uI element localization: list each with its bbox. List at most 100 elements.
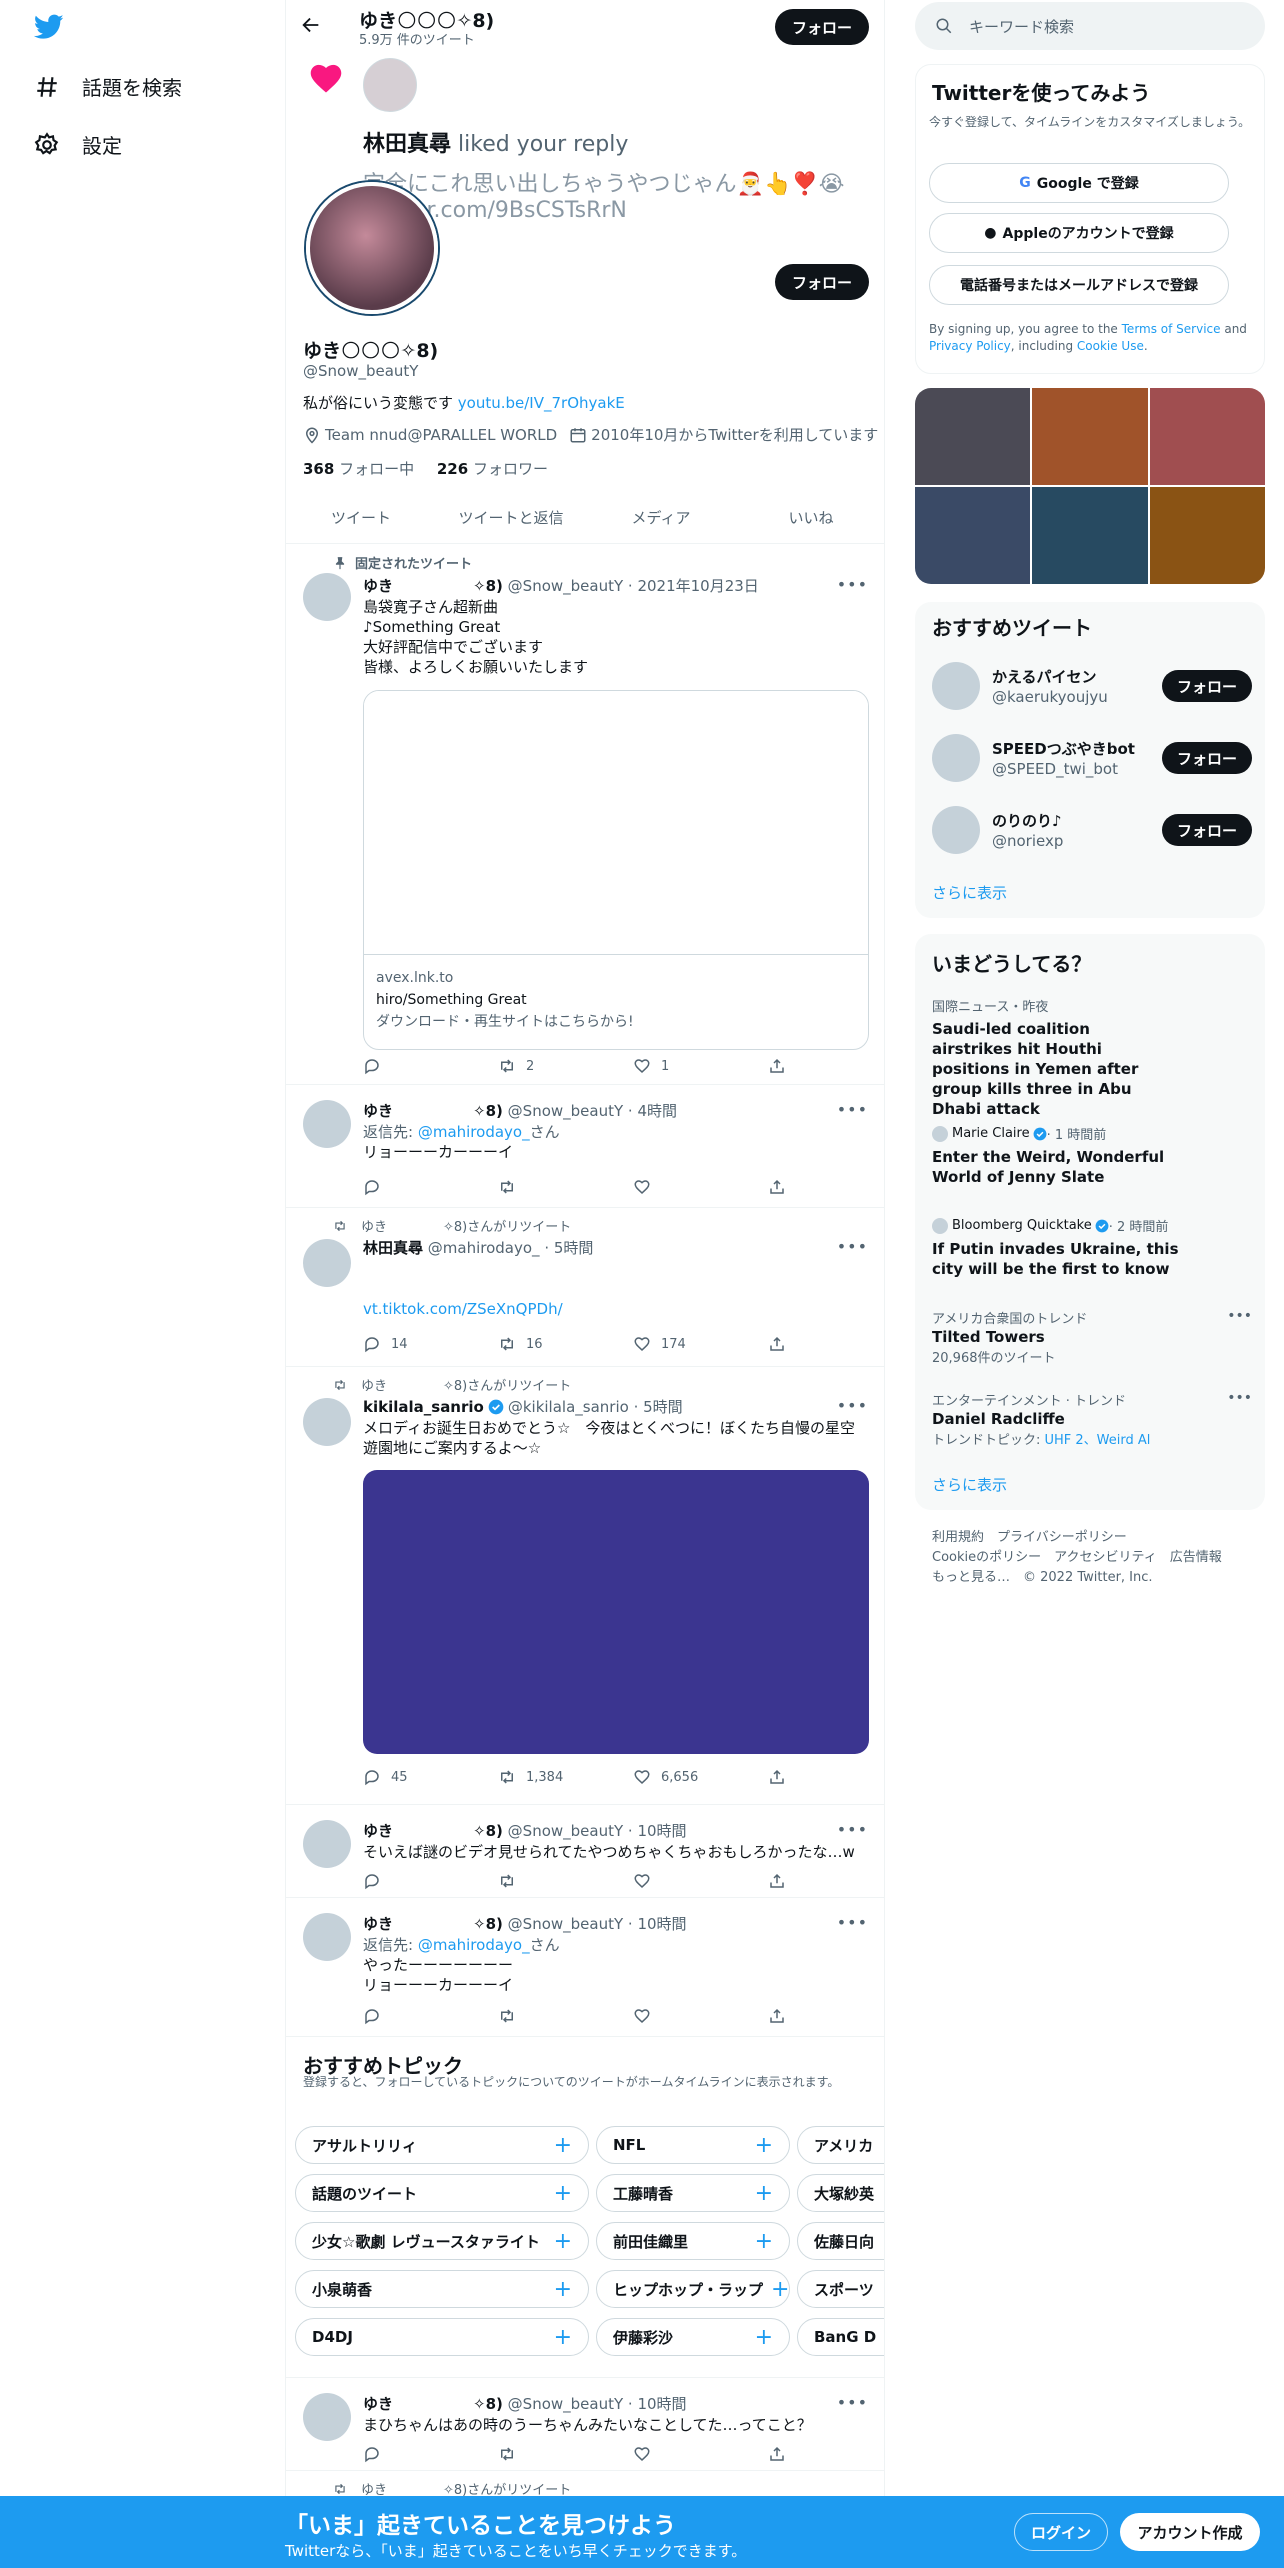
- login-button[interactable]: ログイン: [1014, 2513, 1108, 2551]
- reply-button[interactable]: [363, 2007, 498, 2025]
- tweet-retweet-1[interactable]: ゆき ✧8)さんがリツイート 林田真尋 @mahirodayo_ · 5時間 ••…: [286, 1209, 884, 1367]
- topic-chip[interactable]: アメリカ: [797, 2126, 884, 2164]
- link-card[interactable]: avex.lnk.to hiro/Something Great ダウンロード・…: [363, 690, 869, 1050]
- tweet-7[interactable]: ゆき ✧8) @Snow_beautY · 10時間 ••• まひちゃんはあの時の…: [286, 2379, 884, 2471]
- privacy-link[interactable]: Privacy Policy: [929, 339, 1011, 353]
- media-thumb[interactable]: [1032, 487, 1148, 584]
- follow-button[interactable]: フォロー: [1162, 742, 1252, 774]
- media-thumb[interactable]: [1032, 388, 1148, 485]
- footer-line[interactable]: もっと見る… © 2022 Twitter, Inc.: [932, 1568, 1222, 1588]
- reply-to-link[interactable]: @mahirodayo_: [418, 1123, 530, 1141]
- retweet-button[interactable]: 16: [498, 1335, 633, 1353]
- signup-button[interactable]: アカウント作成: [1120, 2513, 1260, 2551]
- more-icon[interactable]: •••: [837, 575, 868, 594]
- share-button[interactable]: [768, 2007, 884, 2025]
- tweet-avatar[interactable]: [303, 1100, 351, 1148]
- share-button[interactable]: [768, 1768, 884, 1786]
- apple-signup-button[interactable]: ● Appleのアカウントで登録: [929, 213, 1229, 253]
- retweet-button[interactable]: [498, 1178, 633, 1196]
- reply-button[interactable]: [363, 1178, 498, 1196]
- share-button[interactable]: [768, 1335, 884, 1353]
- user-avatar[interactable]: [932, 806, 980, 854]
- like-button[interactable]: 1: [633, 1057, 768, 1075]
- tab-media[interactable]: メディア: [586, 492, 736, 543]
- reply-button[interactable]: [363, 1872, 498, 1890]
- tab-tweets-replies[interactable]: ツイートと返信: [436, 492, 586, 543]
- tweet-pinned[interactable]: 固定されたツイート ゆき ✧8) @Snow_beautY · 2021年10月2…: [286, 545, 884, 1085]
- cookie-link[interactable]: Cookie Use: [1077, 339, 1144, 353]
- tweet-avatar[interactable]: [303, 1913, 351, 1961]
- wtf-show-more[interactable]: さらに表示: [932, 882, 1007, 903]
- user-avatar[interactable]: [932, 662, 980, 710]
- bio-link[interactable]: youtu.be/IV_7rOhyakE: [458, 394, 625, 412]
- footer-line[interactable]: Cookieのポリシー アクセシビリティ 広告情報: [932, 1548, 1222, 1568]
- tweet-avatar[interactable]: [303, 573, 351, 621]
- wtf-user[interactable]: SPEEDつぶやきbot @SPEED_twi_bot フォロー: [932, 730, 1252, 786]
- retweet-button[interactable]: [498, 2007, 633, 2025]
- topic-chip[interactable]: BanG D: [797, 2318, 884, 2356]
- tweet-reply-1[interactable]: ゆき ✧8) @Snow_beautY · 4時間 ••• 返信先: @mahir…: [286, 1086, 884, 1208]
- reply-to-link[interactable]: @mahirodayo_: [418, 1936, 530, 1954]
- like-button[interactable]: [633, 1178, 768, 1196]
- tweet-avatar[interactable]: [303, 1398, 351, 1446]
- topic-chip[interactable]: 話題のツイート +: [295, 2174, 589, 2212]
- media-thumb[interactable]: [1149, 487, 1265, 584]
- media-thumb[interactable]: [915, 487, 1031, 584]
- tweet-avatar[interactable]: [303, 1820, 351, 1868]
- retweet-button[interactable]: [498, 2445, 633, 2463]
- more-icon[interactable]: •••: [837, 1913, 868, 1932]
- tab-likes[interactable]: いいね: [736, 492, 884, 543]
- media-thumb[interactable]: [1149, 388, 1265, 485]
- user-avatar[interactable]: [932, 734, 980, 782]
- like-button[interactable]: [633, 2445, 768, 2463]
- like-button[interactable]: 174: [633, 1335, 768, 1353]
- trend-item[interactable]: Bloomberg Quicktake · 2 時間前 If Putin inv…: [932, 1216, 1252, 1279]
- share-button[interactable]: [768, 1057, 884, 1075]
- share-button[interactable]: [768, 2445, 884, 2463]
- topic-chip[interactable]: D4DJ +: [295, 2318, 589, 2356]
- topic-chip[interactable]: 前田佳織里 +: [596, 2222, 790, 2260]
- reply-button[interactable]: [363, 1057, 498, 1075]
- tweet-link[interactable]: vt.tiktok.com/ZSeXnQPDh/: [363, 1299, 563, 1319]
- back-arrow-icon[interactable]: [300, 14, 322, 40]
- tweet-avatar[interactable]: [303, 2393, 351, 2441]
- like-button[interactable]: [633, 1872, 768, 1890]
- search-input[interactable]: キーワード検索: [915, 2, 1265, 50]
- tweet-media-image[interactable]: [363, 1470, 869, 1754]
- reply-button[interactable]: 14: [363, 1335, 498, 1353]
- media-thumb[interactable]: [915, 388, 1031, 485]
- retweet-button[interactable]: 2: [498, 1057, 633, 1075]
- nav-explore[interactable]: 話題を検索: [34, 72, 182, 101]
- follow-button[interactable]: フォロー: [775, 264, 869, 300]
- nav-settings[interactable]: 設定: [34, 130, 122, 159]
- more-icon[interactable]: •••: [1227, 1390, 1252, 1406]
- trend-item[interactable]: エンターテインメント · トレンド Daniel Radcliffe トレンドト…: [932, 1390, 1252, 1448]
- more-icon[interactable]: •••: [1227, 1308, 1252, 1324]
- following-link[interactable]: 368 フォロー中: [303, 460, 414, 478]
- share-button[interactable]: [768, 1872, 884, 1890]
- tab-tweets[interactable]: ツイート: [286, 492, 436, 543]
- wtf-user[interactable]: のりのり♪ @noriexp フォロー: [932, 802, 1252, 858]
- profile-avatar[interactable]: [306, 182, 438, 314]
- retweet-button[interactable]: 1,384: [498, 1768, 633, 1786]
- followers-link[interactable]: 226 フォロワー: [437, 460, 548, 478]
- tweet-avatar[interactable]: [303, 1239, 351, 1287]
- more-icon[interactable]: •••: [837, 1820, 868, 1839]
- topic-chip[interactable]: スポーツ: [797, 2270, 884, 2308]
- more-icon[interactable]: •••: [837, 1396, 868, 1415]
- tweet-retweet-2[interactable]: ゆき ✧8)さんがリツイート kikilala_sanrio @kikilala_…: [286, 1368, 884, 1805]
- reply-button[interactable]: 45: [363, 1768, 498, 1786]
- reply-button[interactable]: [363, 2445, 498, 2463]
- more-icon[interactable]: •••: [837, 1100, 868, 1119]
- topic-chip[interactable]: 工藤晴香 +: [596, 2174, 790, 2212]
- like-button[interactable]: [633, 2007, 768, 2025]
- trend-item[interactable]: アメリカ合衆国のトレンド Tilted Towers 20,968件のツイート …: [932, 1308, 1252, 1366]
- terms-link[interactable]: Terms of Service: [1122, 322, 1221, 336]
- topic-chip[interactable]: NFL +: [596, 2126, 790, 2164]
- footer-line[interactable]: 利用規約 プライバシーポリシー: [932, 1528, 1222, 1548]
- tweet-6[interactable]: ゆき ✧8) @Snow_beautY · 10時間 ••• 返信先: @mahi…: [286, 1899, 884, 2037]
- topic-chip[interactable]: ヒップホップ・ラップ +: [596, 2270, 790, 2308]
- topic-chip[interactable]: 少女☆歌劇 レヴュースタァライト +: [295, 2222, 589, 2260]
- twitter-logo-icon[interactable]: [33, 14, 64, 44]
- share-button[interactable]: [768, 1178, 884, 1196]
